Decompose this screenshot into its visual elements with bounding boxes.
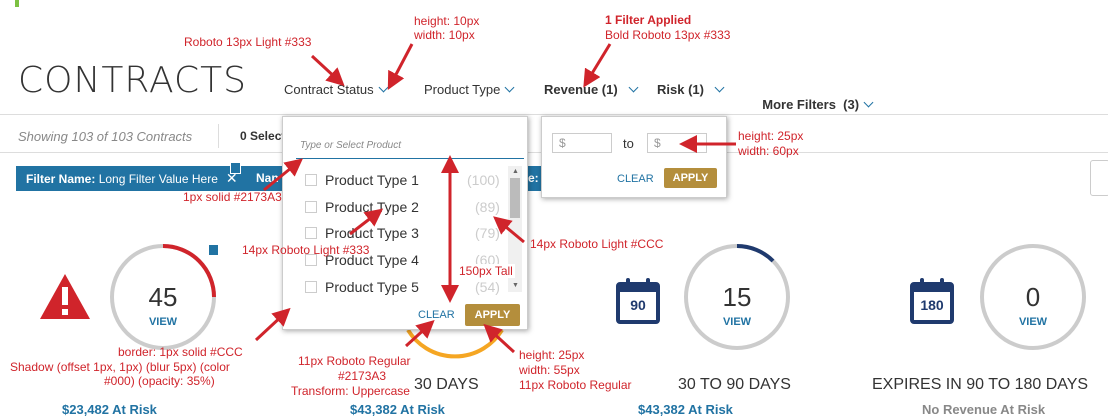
annotation-item-font: 14px Roboto Light #333 [242,243,370,257]
annotation-list-height: 150px Tall [457,264,515,278]
annotation-chevron-width: width: 10px [414,28,475,42]
annotation-apply-height: height: 25px [519,348,585,362]
annotation-clear-font: 11px Roboto Regular [298,354,411,368]
annotation-chevron-height: height: 10px [414,14,480,28]
annotation-nav-font: Roboto 13px Light #333 [184,35,312,49]
annotation-shadow-1: Shadow (offset 1px, 1px) (blur 5px) (col… [10,360,230,374]
annotation-clear-transform: Transform: Uppercase [291,384,410,398]
annotation-apply-width: width: 55px [519,363,580,377]
annotation-filter-applied: 1 Filter Applied [605,13,692,27]
annotation-apply-font: 11px Roboto Regular [519,378,632,392]
annotation-input-height: height: 25px [738,129,804,143]
annotation-clear-color: #2173A3 [338,369,387,383]
annotation-search-border: 1px solid #2173A3 [183,190,282,204]
annotation-shadow-2: #000) (opacity: 35%) [104,374,215,388]
annotation-count-font: 14px Roboto Light #CCC [530,237,664,251]
annotation-input-width: width: 60px [738,144,799,158]
annotation-filter-font: Bold Roboto 13px #333 [605,28,731,42]
annotation-border: border: 1px solid #CCC [118,345,243,359]
